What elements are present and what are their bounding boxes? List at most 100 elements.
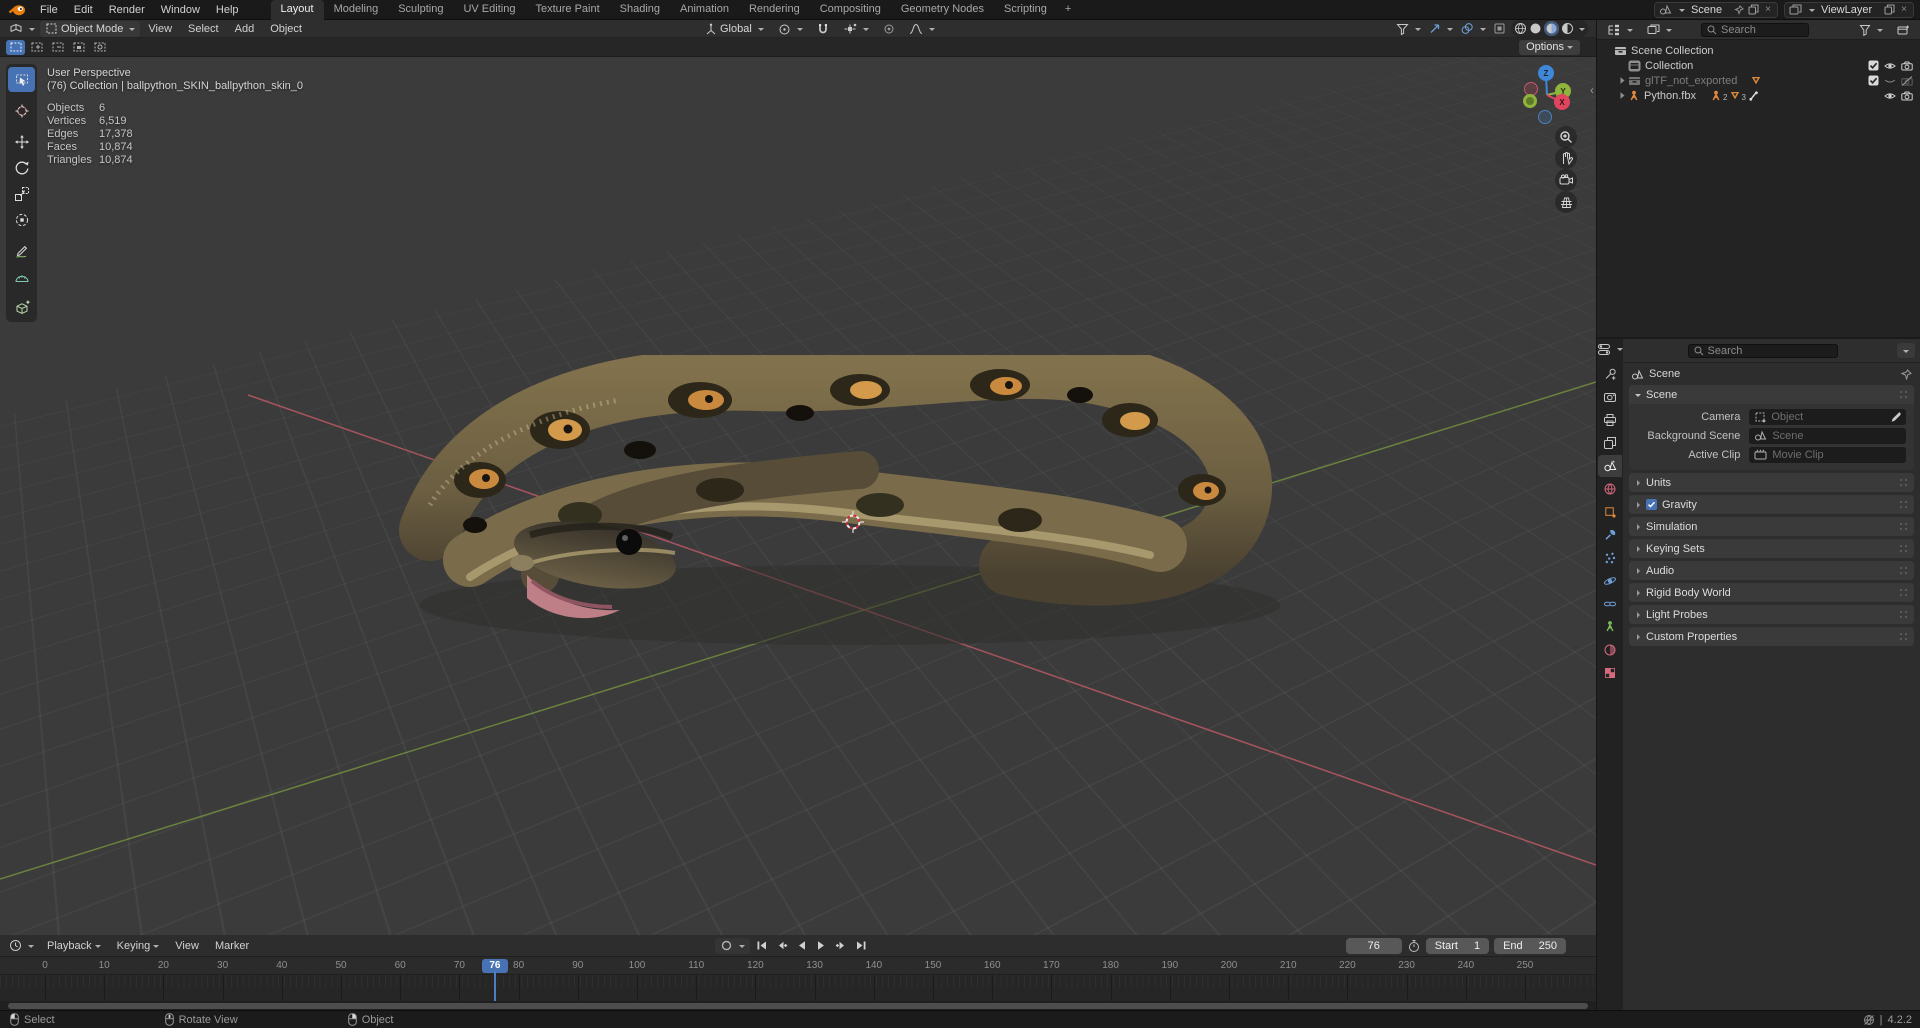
select-mode-subtract-button[interactable] bbox=[48, 40, 67, 55]
menu-render[interactable]: Render bbox=[101, 4, 153, 16]
properties-tab-render[interactable] bbox=[1598, 386, 1622, 408]
close-icon[interactable]: × bbox=[1899, 4, 1909, 15]
eye-toggle[interactable] bbox=[1884, 91, 1896, 101]
xray-toggle[interactable] bbox=[1491, 21, 1508, 37]
tool-annotate-button[interactable] bbox=[8, 238, 35, 263]
timeline-menu-keying[interactable]: Keying bbox=[109, 936, 168, 956]
toggle-perspective-button[interactable] bbox=[1555, 191, 1577, 213]
workspace-tab-rendering[interactable]: Rendering bbox=[739, 0, 810, 20]
outliner-id-type-dropdown[interactable] bbox=[1642, 22, 1677, 38]
properties-tab-texture[interactable] bbox=[1598, 662, 1622, 684]
tool-select-box-button[interactable] bbox=[8, 67, 35, 92]
properties-tab-modifiers[interactable] bbox=[1598, 524, 1622, 546]
play-button[interactable] bbox=[812, 937, 831, 954]
select-mode-intersect-button[interactable] bbox=[90, 40, 109, 55]
shading-material-preview-button[interactable] bbox=[1544, 21, 1559, 36]
properties-tab-material[interactable] bbox=[1598, 639, 1622, 661]
active-clip-field[interactable]: Movie Clip bbox=[1749, 447, 1906, 463]
mode-dropdown[interactable]: Object Mode bbox=[40, 21, 140, 37]
select-mode-invert-button[interactable] bbox=[69, 40, 88, 55]
camera-view-button[interactable] bbox=[1555, 169, 1577, 191]
drag-dots-icon[interactable] bbox=[1899, 390, 1908, 399]
properties-options-dropdown[interactable] bbox=[1897, 343, 1915, 358]
panel-header[interactable]: Audio bbox=[1629, 561, 1914, 580]
workspace-tab-geometry-nodes[interactable]: Geometry Nodes bbox=[891, 0, 994, 20]
outliner-row[interactable]: Python.fbx 2 3 bbox=[1597, 88, 1920, 103]
snap-toggle[interactable] bbox=[812, 21, 834, 37]
properties-tab-constraints[interactable] bbox=[1598, 593, 1622, 615]
workspace-tab-sculpting[interactable]: Sculpting bbox=[388, 0, 453, 20]
previous-keyframe-button[interactable] bbox=[772, 937, 791, 954]
background-scene-field[interactable]: Scene bbox=[1749, 428, 1906, 444]
viewport-menu-object[interactable]: Object bbox=[262, 19, 310, 39]
workspace-tab-texture-paint[interactable]: Texture Paint bbox=[525, 0, 609, 20]
timeline-channel-area[interactable] bbox=[0, 975, 1596, 1001]
timeline-ruler[interactable]: 76 0 10 20 30 40 50 60 70 80 90 100 110 120 130 140 150… bbox=[0, 957, 1596, 975]
drag-dots-icon[interactable] bbox=[1899, 522, 1908, 531]
frame-end-field[interactable]: End 250 bbox=[1494, 938, 1566, 954]
camera-toggle[interactable] bbox=[1901, 61, 1913, 71]
workspace-tab-layout[interactable]: Layout bbox=[271, 0, 324, 20]
shading-wireframe-button[interactable] bbox=[1514, 22, 1527, 35]
viewport-menu-select[interactable]: Select bbox=[180, 19, 227, 39]
scene-selector[interactable]: Scene × bbox=[1654, 2, 1778, 18]
tool-scale-button[interactable] bbox=[8, 181, 35, 206]
properties-tab-tool[interactable] bbox=[1598, 363, 1622, 385]
timeline-scrollbar[interactable] bbox=[0, 1001, 1596, 1010]
properties-tab-output[interactable] bbox=[1598, 409, 1622, 431]
camera-off-toggle[interactable] bbox=[1901, 76, 1913, 86]
panel-header-scene[interactable]: Scene bbox=[1629, 385, 1914, 404]
tool-transform-button[interactable] bbox=[8, 207, 35, 232]
drag-dots-icon[interactable] bbox=[1899, 478, 1908, 487]
workspace-tab-scripting[interactable]: Scripting bbox=[994, 0, 1057, 20]
outliner-row[interactable]: Collection bbox=[1597, 58, 1920, 73]
proportional-editing-toggle[interactable] bbox=[878, 21, 900, 37]
workspace-tab-animation[interactable]: Animation bbox=[670, 0, 739, 20]
properties-tab-physics[interactable] bbox=[1598, 570, 1622, 592]
play-reverse-button[interactable] bbox=[792, 937, 811, 954]
properties-tab-object[interactable] bbox=[1598, 501, 1622, 523]
drag-dots-icon[interactable] bbox=[1899, 544, 1908, 553]
new-copy-icon[interactable] bbox=[1884, 4, 1895, 15]
properties-tab-view-layer[interactable] bbox=[1598, 432, 1622, 454]
properties-tab-particles[interactable] bbox=[1598, 547, 1622, 569]
options-button[interactable]: Options bbox=[1519, 40, 1580, 55]
menu-help[interactable]: Help bbox=[208, 4, 247, 16]
outliner-row[interactable]: glTF_not_exported bbox=[1597, 73, 1920, 88]
tool-move-button[interactable] bbox=[8, 129, 35, 154]
properties-search-input[interactable]: Search bbox=[1688, 344, 1838, 358]
properties-editor-type-button[interactable] bbox=[1595, 341, 1625, 357]
timeline-menu-marker[interactable]: Marker bbox=[207, 936, 257, 956]
shading-rendered-button[interactable] bbox=[1561, 22, 1574, 35]
panel-header[interactable]: Units bbox=[1629, 473, 1914, 492]
snap-settings-dropdown[interactable] bbox=[838, 21, 874, 37]
panel-header[interactable]: Keying Sets bbox=[1629, 539, 1914, 558]
drag-dots-icon[interactable] bbox=[1899, 632, 1908, 641]
gizmos-toggle[interactable] bbox=[1426, 21, 1455, 37]
outliner-row[interactable]: Scene Collection bbox=[1597, 43, 1920, 58]
eye-toggle[interactable] bbox=[1884, 61, 1896, 71]
timeline-editor-type-button[interactable] bbox=[4, 938, 39, 954]
close-icon[interactable]: × bbox=[1763, 4, 1773, 15]
workspace-tab-modeling[interactable]: Modeling bbox=[324, 0, 389, 20]
expand-icon[interactable] bbox=[1619, 76, 1626, 85]
camera-toggle[interactable] bbox=[1901, 91, 1913, 101]
timeline-menu-view[interactable]: View bbox=[167, 936, 207, 956]
drag-dots-icon[interactable] bbox=[1899, 566, 1908, 575]
tool-rotate-button[interactable] bbox=[8, 155, 35, 180]
jump-to-start-button[interactable] bbox=[752, 937, 771, 954]
properties-tab-data[interactable] bbox=[1598, 616, 1622, 638]
expand-icon[interactable] bbox=[1619, 91, 1626, 100]
drag-dots-icon[interactable] bbox=[1899, 588, 1908, 597]
current-frame-field[interactable]: 76 bbox=[1346, 938, 1402, 954]
menu-file[interactable]: File bbox=[32, 4, 66, 16]
pin-icon[interactable] bbox=[1734, 5, 1744, 15]
panel-header[interactable]: Rigid Body World bbox=[1629, 583, 1914, 602]
filter-dropdown[interactable] bbox=[1854, 22, 1888, 38]
workspace-tab-uv-editing[interactable]: UV Editing bbox=[453, 0, 525, 20]
select-mode-new-button[interactable] bbox=[6, 40, 25, 55]
viewport-menu-view[interactable]: View bbox=[140, 19, 180, 39]
checkbox-checked[interactable] bbox=[1646, 499, 1657, 510]
properties-tab-world[interactable] bbox=[1598, 478, 1622, 500]
properties-tab-scene[interactable] bbox=[1598, 455, 1622, 477]
